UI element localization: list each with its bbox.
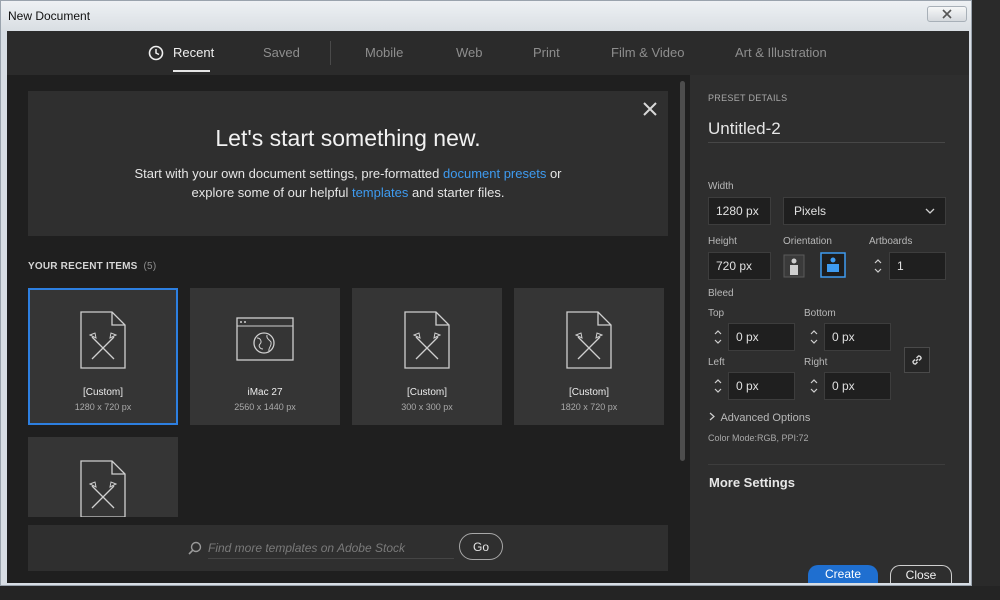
artboards-stepper-icon[interactable] bbox=[872, 254, 884, 278]
width-label: Width bbox=[708, 181, 734, 192]
recent-item-card[interactable] bbox=[28, 437, 178, 517]
landscape-orientation-icon[interactable] bbox=[820, 252, 846, 278]
document-name-input[interactable] bbox=[708, 115, 945, 143]
width-input[interactable] bbox=[708, 197, 771, 225]
bleed-right-input[interactable] bbox=[824, 372, 891, 400]
web-browser-icon bbox=[236, 317, 294, 361]
scrollbar[interactable] bbox=[680, 81, 685, 461]
bleed-left-label: Left bbox=[708, 357, 725, 368]
bleed-left-input[interactable] bbox=[728, 372, 795, 400]
recent-item-card[interactable]: [Custom] 1280 x 720 px bbox=[28, 288, 178, 425]
window-title: New Document bbox=[8, 9, 91, 23]
welcome-text-part: explore some of our helpful bbox=[191, 185, 352, 200]
recent-item-name: [Custom] bbox=[406, 387, 447, 398]
recent-item-size: 1820 x 720 px bbox=[560, 402, 618, 412]
welcome-banner: Let's start something new. Start with yo… bbox=[28, 91, 668, 236]
create-button[interactable]: Create bbox=[808, 565, 878, 583]
recent-item-size: 300 x 300 px bbox=[401, 402, 453, 412]
welcome-text-part: and starter files. bbox=[408, 185, 505, 200]
close-icon bbox=[942, 9, 952, 19]
recent-item-size: 1280 x 720 px bbox=[74, 402, 132, 412]
custom-document-icon bbox=[80, 460, 126, 517]
color-mode-summary: Color Mode:RGB, PPI:72 bbox=[708, 433, 809, 443]
tab-saved[interactable]: Saved bbox=[263, 45, 300, 60]
chain-link-icon bbox=[912, 355, 922, 365]
templates-link[interactable]: templates bbox=[352, 185, 408, 200]
bleed-left-stepper-icon[interactable] bbox=[712, 374, 724, 398]
new-document-dialog: New Document Recent Saved Mobile Web Pri… bbox=[0, 0, 972, 586]
active-tab-indicator bbox=[173, 70, 210, 72]
bleed-right-stepper-icon[interactable] bbox=[808, 374, 820, 398]
title-bar: New Document bbox=[1, 1, 971, 31]
go-button[interactable]: Go bbox=[459, 533, 503, 560]
recent-item-name: [Custom] bbox=[82, 387, 123, 398]
bleed-bottom-stepper-icon[interactable] bbox=[808, 325, 820, 349]
tab-mobile[interactable]: Mobile bbox=[365, 45, 403, 60]
preset-details-heading: PRESET DETAILS bbox=[708, 93, 788, 103]
preset-tabs: Recent Saved Mobile Web Print Film & Vid… bbox=[7, 31, 969, 75]
divider bbox=[708, 464, 945, 465]
clock-icon bbox=[148, 45, 164, 61]
bleed-top-label: Top bbox=[708, 308, 725, 319]
custom-document-icon bbox=[80, 311, 126, 369]
stock-search-input[interactable] bbox=[208, 537, 454, 559]
orientation-label: Orientation bbox=[783, 236, 832, 247]
recent-item-size: 2560 x 1440 px bbox=[234, 402, 296, 412]
document-presets-link[interactable]: document presets bbox=[443, 166, 546, 181]
close-button[interactable]: Close bbox=[890, 565, 952, 583]
welcome-text-part: or bbox=[546, 166, 562, 181]
chevron-right-icon bbox=[709, 412, 715, 421]
preset-details-panel: PRESET DETAILS Width Pixels Height Orien… bbox=[690, 75, 969, 583]
recent-item-name: iMac 27 bbox=[247, 387, 283, 398]
bleed-right-label: Right bbox=[804, 357, 828, 368]
tab-art-illustration[interactable]: Art & Illustration bbox=[735, 45, 827, 60]
portrait-orientation-icon[interactable] bbox=[783, 254, 805, 278]
more-settings-button[interactable]: More Settings bbox=[709, 475, 795, 490]
welcome-text-part: Start with your own document settings, p… bbox=[134, 166, 443, 181]
recent-item-card[interactable]: iMac 27 2560 x 1440 px bbox=[190, 288, 340, 425]
recent-item-card[interactable]: [Custom] 300 x 300 px bbox=[352, 288, 502, 425]
recent-items-label: YOUR RECENT ITEMS bbox=[28, 261, 138, 272]
artboards-label: Artboards bbox=[869, 236, 913, 247]
bleed-bottom-label: Bottom bbox=[804, 308, 836, 319]
background-window bbox=[972, 0, 1000, 600]
advanced-options-label: Advanced Options bbox=[720, 412, 811, 424]
artboards-input[interactable] bbox=[889, 252, 946, 280]
recent-pane: Let's start something new. Start with yo… bbox=[7, 75, 690, 583]
custom-document-icon bbox=[404, 311, 450, 369]
recent-items-count: (5) bbox=[143, 261, 157, 272]
welcome-title: Let's start something new. bbox=[215, 125, 481, 151]
recent-item-card[interactable]: [Custom] 1820 x 720 px bbox=[514, 288, 664, 425]
welcome-text: Start with your own document settings, p… bbox=[28, 164, 668, 202]
height-label: Height bbox=[708, 236, 737, 247]
link-bleed-button[interactable] bbox=[904, 347, 930, 373]
bleed-top-input[interactable] bbox=[728, 323, 795, 351]
tab-print[interactable]: Print bbox=[533, 45, 560, 60]
search-icon bbox=[188, 541, 202, 555]
chevron-down-icon bbox=[925, 208, 935, 214]
tab-film-video[interactable]: Film & Video bbox=[611, 45, 684, 60]
window-close-button[interactable] bbox=[927, 6, 967, 22]
tab-web[interactable]: Web bbox=[456, 45, 483, 60]
bleed-bottom-input[interactable] bbox=[824, 323, 891, 351]
custom-document-icon bbox=[566, 311, 612, 369]
dialog-content: Recent Saved Mobile Web Print Film & Vid… bbox=[7, 31, 969, 583]
tab-divider bbox=[330, 41, 331, 65]
units-dropdown[interactable]: Pixels bbox=[783, 197, 946, 225]
background-taskbar bbox=[0, 586, 1000, 600]
tab-recent[interactable]: Recent bbox=[173, 45, 214, 60]
recent-items-heading: YOUR RECENT ITEMS (5) bbox=[28, 261, 156, 272]
close-icon[interactable] bbox=[640, 99, 660, 119]
height-input[interactable] bbox=[708, 252, 771, 280]
recent-item-name: [Custom] bbox=[568, 387, 609, 398]
bleed-top-stepper-icon[interactable] bbox=[712, 325, 724, 349]
advanced-options-toggle[interactable]: Advanced Options bbox=[708, 412, 810, 424]
bleed-label: Bleed bbox=[708, 288, 734, 299]
units-selected: Pixels bbox=[794, 204, 827, 218]
stock-search-bar: Go bbox=[28, 525, 668, 571]
